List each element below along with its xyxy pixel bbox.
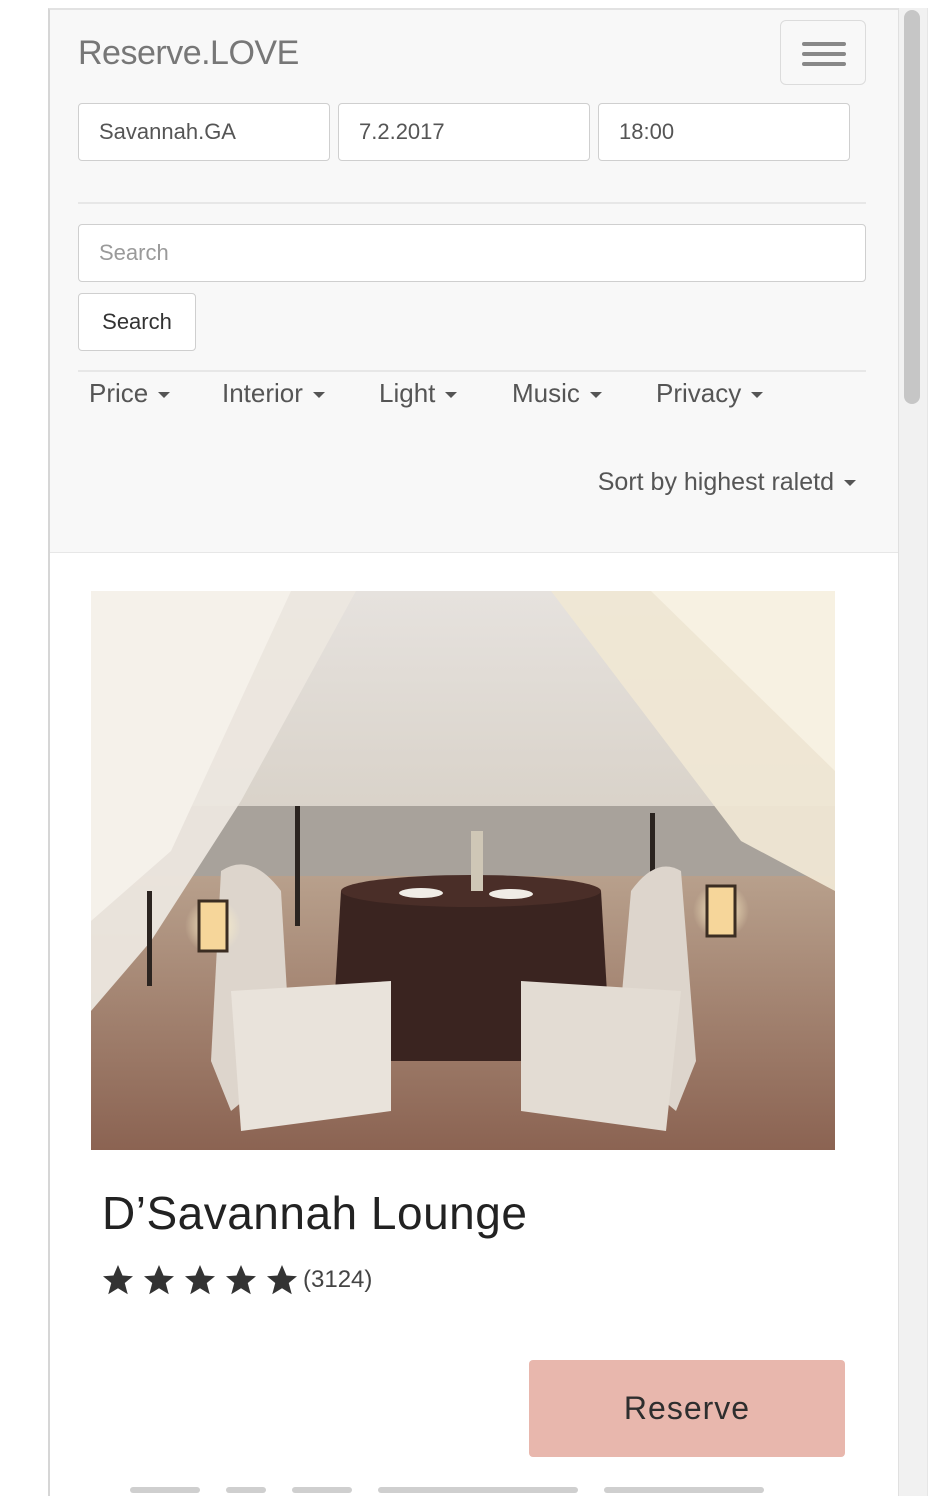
filter-price-dropdown[interactable]: Price: [89, 378, 171, 409]
filter-label: Light: [379, 378, 436, 408]
filter-label: Interior: [222, 378, 303, 408]
filter-label: Music: [512, 378, 580, 408]
scrollbar-thumb[interactable]: [904, 10, 920, 404]
filter-privacy-dropdown[interactable]: Privacy: [656, 378, 764, 409]
caret-down-icon: [589, 392, 602, 399]
location-field[interactable]: Savannah.GA: [78, 103, 330, 161]
search-input[interactable]: [78, 224, 866, 282]
rating-stars: (3124): [100, 1262, 372, 1298]
caret-down-icon: [312, 392, 325, 399]
caret-down-icon: [445, 392, 458, 399]
filter-music-dropdown[interactable]: Music: [512, 378, 602, 409]
time-field[interactable]: 18:00: [598, 103, 850, 161]
caret-down-icon: [751, 392, 764, 399]
venue-name[interactable]: D’Savannah Lounge: [102, 1186, 527, 1240]
star-icon: [226, 1265, 256, 1295]
reserve-button[interactable]: Reserve: [529, 1360, 845, 1457]
star-icon: [144, 1265, 174, 1295]
sort-label: Sort by highest raletd: [597, 468, 834, 496]
star-icon: [267, 1265, 297, 1295]
venue-photo[interactable]: [91, 591, 835, 1150]
star-icon: [103, 1265, 133, 1295]
filter-label: Privacy: [656, 378, 742, 408]
date-field[interactable]: 7.2.2017: [338, 103, 590, 161]
review-count: (3124): [303, 1266, 373, 1293]
filter-label: Price: [89, 378, 149, 408]
navbar: Reserve.LOVE Savannah.GA 7.2.2017 18:00 …: [50, 10, 898, 553]
divider: [78, 202, 866, 204]
caret-down-icon: [844, 480, 856, 487]
caret-down-icon: [158, 392, 171, 399]
filter-light-dropdown[interactable]: Light: [379, 378, 458, 409]
sort-dropdown[interactable]: Sort by highest raletd: [598, 468, 856, 497]
star-icon: [185, 1265, 215, 1295]
filter-interior-dropdown[interactable]: Interior: [222, 378, 325, 409]
menu-toggle-button[interactable]: [780, 20, 866, 85]
cut-off-text-line: [130, 1487, 790, 1496]
search-button[interactable]: Search: [78, 293, 196, 351]
divider: [78, 370, 866, 372]
brand-logo[interactable]: Reserve.LOVE: [78, 34, 299, 73]
